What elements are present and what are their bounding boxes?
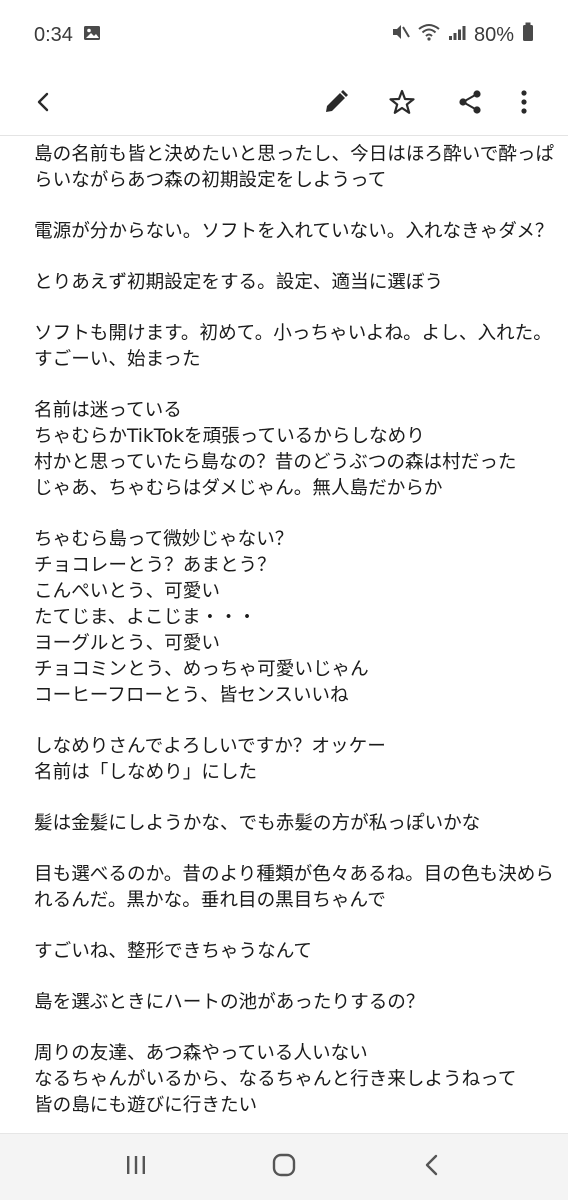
navigation-bar bbox=[0, 1133, 568, 1200]
favorite-button[interactable] bbox=[382, 84, 422, 124]
note-line: なるちゃんがいるから、なるちゃんと行き来しようねって bbox=[34, 1069, 517, 1090]
recent-apps-icon bbox=[124, 1154, 148, 1180]
note-line: ヨーグルとう、可愛い bbox=[34, 633, 220, 654]
note-body[interactable]: 島の名前も皆と決めたいと思ったし、今日はほろ酔いで酔っぱ らいながらあつ森の初期設… bbox=[34, 142, 555, 1144]
back-icon bbox=[32, 90, 56, 118]
note-line: ちゃむら島って微妙じゃない？ bbox=[34, 529, 294, 550]
status-left: 0:34 bbox=[34, 24, 101, 47]
more-vert-icon bbox=[518, 88, 530, 120]
share-icon bbox=[456, 88, 484, 120]
note-line: チョコミンとう、めっちゃ可愛いじゃん bbox=[34, 659, 369, 680]
pencil-icon bbox=[322, 88, 350, 120]
note-line: すごーい、始まった bbox=[34, 349, 201, 370]
note-paragraph: ちゃむら島って微妙じゃない？ チョコレーとう？あまとう？ こんぺいとう、可愛いたてじ… bbox=[34, 527, 544, 709]
back-button[interactable] bbox=[24, 84, 64, 124]
note-line: たてじま、よこじま・・・ bbox=[34, 607, 257, 628]
note-line: とりあえず初期設定をする。設定、適当に選ぼう bbox=[34, 272, 444, 293]
note-line: らいながらあつ森の初期設定をしようって bbox=[34, 170, 387, 191]
image-notification-icon bbox=[83, 24, 101, 47]
note-paragraph: 目も選べるのか。昔のより種類が色々あるね。目の色も決めら れるんだ。黒かな。垂れ目… bbox=[34, 862, 554, 914]
note-paragraph: 名前は迷っているちゃむらかTikTokを頑張っているからしなめり村かと思っていた… bbox=[34, 398, 544, 502]
note-paragraph: ソフトも開けます。初めて。小っちゃいよね。よし、入れた。 すごーい、始まった bbox=[34, 321, 552, 373]
mute-icon bbox=[390, 23, 410, 47]
note-line: 髪は金髪にしようかな、でも赤髪の方が私っぽいかな bbox=[34, 813, 481, 834]
status-time: 0:34 bbox=[34, 23, 73, 46]
note-line: ちゃむらかTikTokを頑張っているからしなめり bbox=[34, 426, 425, 447]
nav-back-button[interactable] bbox=[412, 1147, 452, 1187]
home-icon bbox=[271, 1152, 297, 1182]
note-line: しなめりさんでよろしいですか？オッケー bbox=[34, 736, 386, 757]
note-paragraph: すごいね、整形できちゃうなんて bbox=[34, 939, 544, 965]
note-line: コーヒーフローとう、皆センスいいね bbox=[34, 685, 349, 706]
note-line: 島の名前も皆と決めたいと思ったし、今日はほろ酔いで酔っぱ bbox=[34, 144, 555, 165]
battery-percent: 80% bbox=[473, 23, 514, 46]
note-line: じゃあ、ちゃむらはダメじゃん。無人島だからか bbox=[34, 478, 443, 499]
more-options-button[interactable] bbox=[504, 84, 544, 124]
note-paragraph: しなめりさんでよろしいですか？オッケー 名前は「しなめり」にした bbox=[34, 734, 544, 786]
note-line: チョコレーとう？あまとう？ bbox=[34, 555, 276, 576]
note-line: 皆の島にも遊びに行きたい bbox=[34, 1095, 258, 1116]
note-line: れるんだ。黒かな。垂れ目の黒目ちゃんで bbox=[34, 890, 386, 911]
status-bar: 0:34 80% bbox=[0, 0, 568, 70]
note-line: すごいね、整形できちゃうなんて bbox=[34, 941, 312, 962]
note-line: 島を選ぶときにハートの池があったりするの？ bbox=[34, 992, 425, 1013]
note-paragraph: 電源が分からない。ソフトを入れていない。入れなきゃダメ？ bbox=[34, 219, 554, 245]
note-line: ソフトも開けます。初めて。小っちゃいよね。よし、入れた。 bbox=[34, 323, 552, 344]
back-icon bbox=[421, 1153, 443, 1181]
note-paragraph: 周りの友達、あつ森やっている人いないなるちゃんがいるから、なるちゃんと行き来しよ… bbox=[34, 1041, 544, 1119]
share-button[interactable] bbox=[450, 84, 490, 124]
edit-button[interactable] bbox=[316, 84, 356, 124]
star-icon bbox=[388, 88, 416, 120]
note-paragraph: 髪は金髪にしようかな、でも赤髪の方が私っぽいかな bbox=[34, 811, 544, 837]
note-line: 電源が分からない。ソフトを入れていない。入れなきゃダメ？ bbox=[34, 221, 554, 242]
note-paragraph: 島を選ぶときにハートの池があったりするの？ bbox=[34, 990, 544, 1016]
signal-icon bbox=[448, 24, 466, 47]
wifi-icon bbox=[418, 23, 440, 47]
note-line: 名前は迷っている bbox=[34, 400, 182, 421]
home-button[interactable] bbox=[264, 1147, 304, 1187]
note-toolbar bbox=[0, 70, 568, 136]
battery-icon bbox=[522, 22, 534, 48]
note-line: 村かと思っていたら島なの？昔のどうぶつの森は村だった bbox=[34, 452, 517, 473]
recent-apps-button[interactable] bbox=[116, 1147, 156, 1187]
note-line: こんぺいとう、可愛い bbox=[34, 581, 220, 602]
note-paragraph: とりあえず初期設定をする。設定、適当に選ぼう bbox=[34, 270, 544, 296]
note-line: 名前は「しなめり」にした bbox=[34, 762, 258, 783]
note-line: 目も選べるのか。昔のより種類が色々あるね。目の色も決めら bbox=[34, 864, 554, 885]
status-right: 80% bbox=[390, 22, 534, 48]
note-paragraph: 島の名前も皆と決めたいと思ったし、今日はほろ酔いで酔っぱ らいながらあつ森の初期設… bbox=[34, 142, 555, 194]
note-line: 周りの友達、あつ森やっている人いない bbox=[34, 1043, 368, 1064]
